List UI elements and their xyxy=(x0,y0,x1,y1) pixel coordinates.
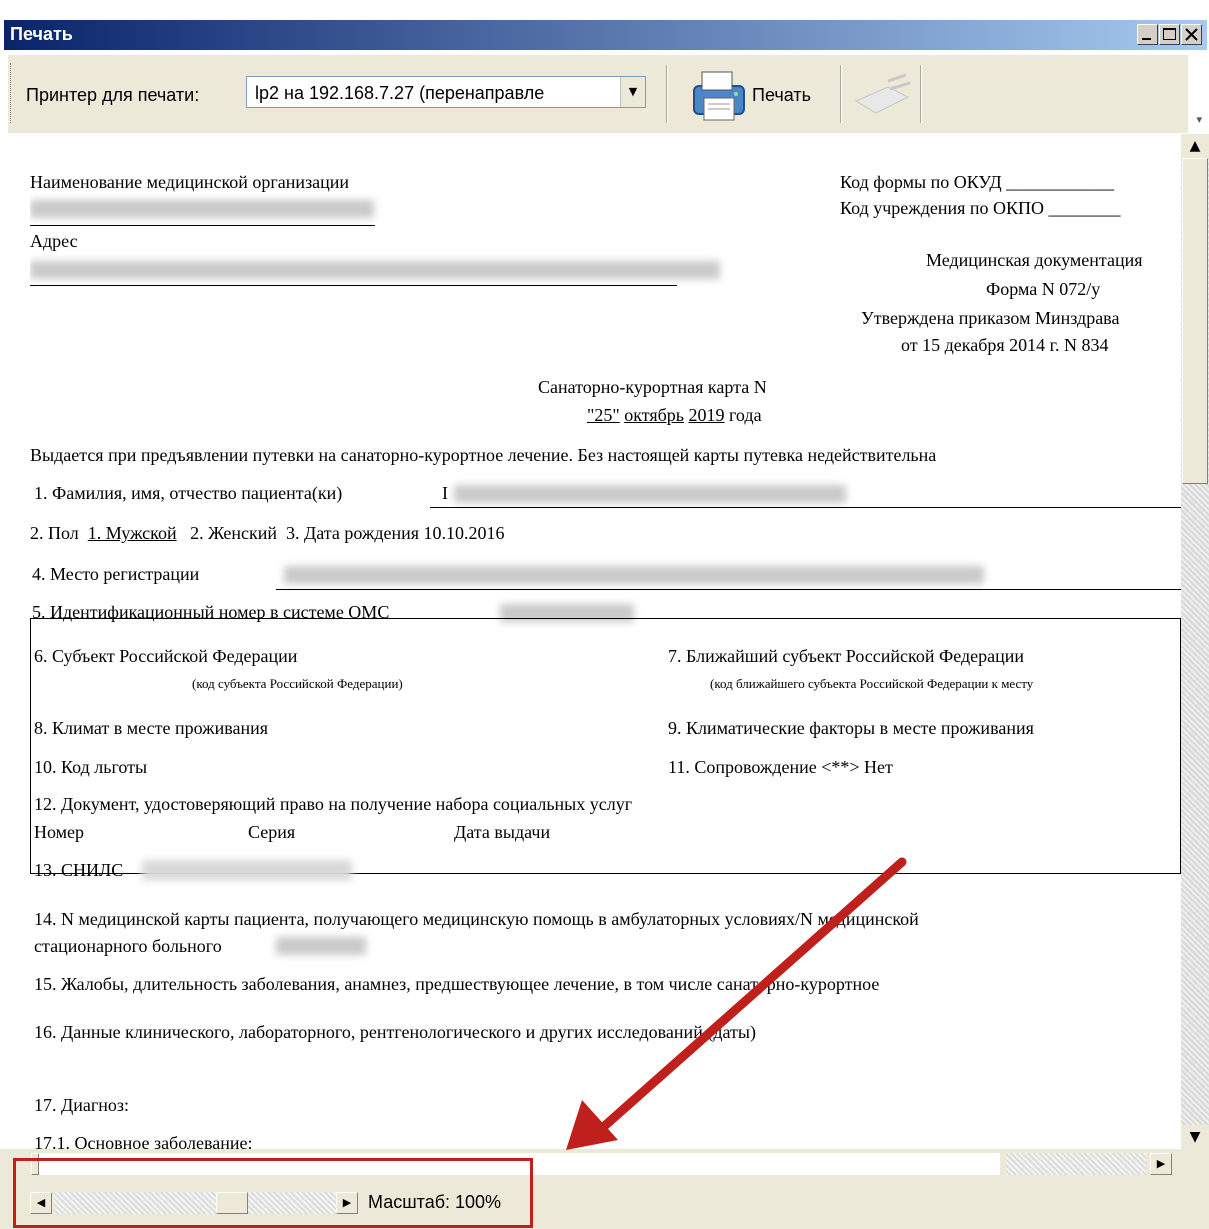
annotation-arrow-icon xyxy=(566,857,907,1150)
